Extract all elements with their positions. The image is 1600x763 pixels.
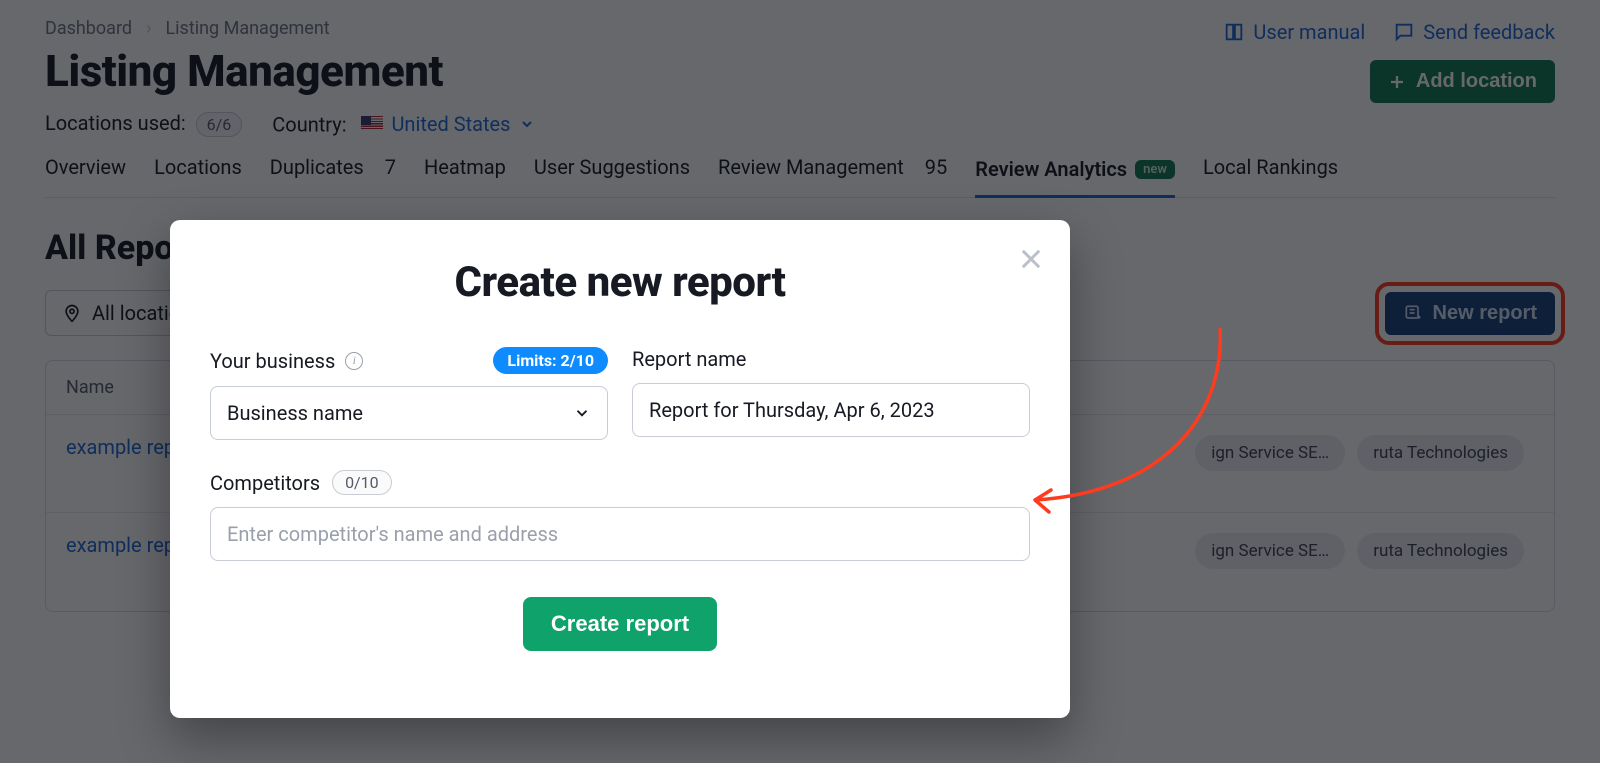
limits-badge: Limits: 2/10	[493, 347, 608, 374]
your-business-label: Your business	[210, 349, 335, 373]
close-icon	[1017, 245, 1045, 273]
create-report-modal: Create new report Your business i Limits…	[170, 220, 1070, 718]
competitors-count: 0/10	[332, 470, 392, 495]
info-icon[interactable]: i	[345, 352, 363, 370]
competitors-input[interactable]	[210, 507, 1030, 561]
business-select[interactable]: Business name	[210, 386, 608, 440]
close-button[interactable]	[1016, 244, 1046, 274]
report-name-label: Report name	[632, 347, 746, 371]
chevron-down-icon	[573, 404, 591, 422]
create-report-button[interactable]: Create report	[523, 597, 717, 651]
report-name-input[interactable]	[632, 383, 1030, 437]
modal-title: Create new report	[210, 258, 1030, 307]
competitors-label: Competitors	[210, 471, 320, 495]
